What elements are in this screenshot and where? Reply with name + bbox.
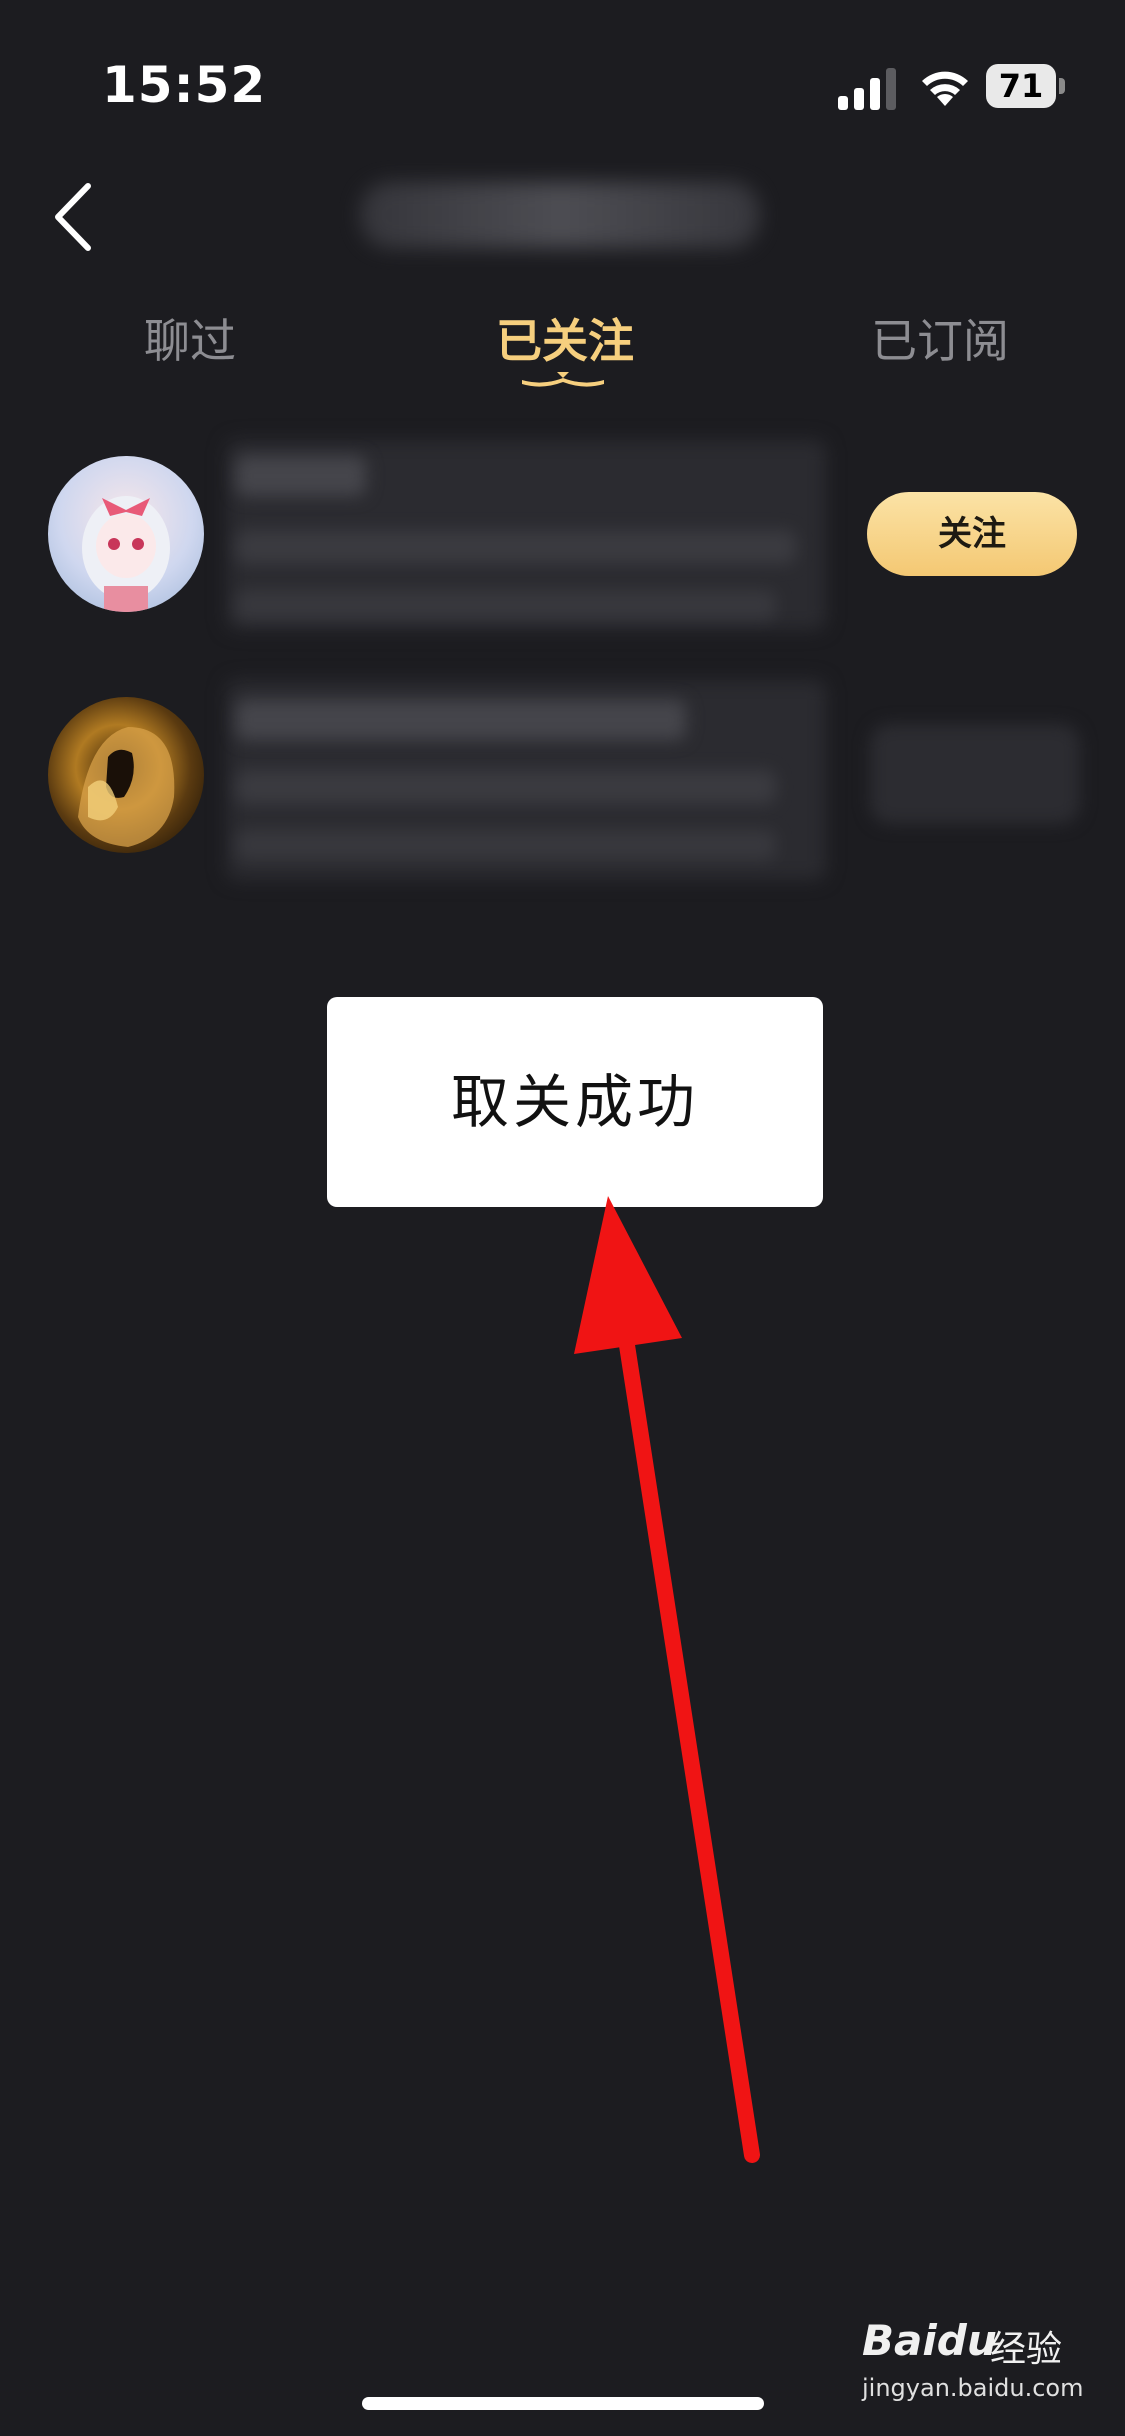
status-time: 15:52: [102, 56, 267, 114]
signal-icon: [838, 68, 896, 110]
page-title-blurred: [360, 182, 760, 248]
list-item-name-blurred: [236, 456, 366, 496]
battery-level: 71: [998, 67, 1044, 105]
wifi-icon: [922, 71, 968, 106]
follow-button[interactable]: 关注: [867, 492, 1077, 576]
avatar[interactable]: [48, 456, 204, 612]
list-item-name-blurred: [236, 700, 686, 740]
list-item-desc-blurred: [236, 590, 776, 620]
tab-following[interactable]: 已关注: [470, 306, 660, 376]
list-item-desc-blurred: [236, 770, 776, 804]
avatar[interactable]: [48, 697, 204, 853]
tab-subscribed[interactable]: 已订阅: [850, 306, 1030, 376]
battery-icon: 71: [986, 64, 1066, 110]
follow-button-blurred[interactable]: [870, 724, 1080, 824]
watermark-brand: Baidu: [862, 2316, 997, 2365]
toast: 取关成功: [327, 997, 823, 1207]
home-indicator: [362, 2397, 764, 2410]
toast-message: 取关成功: [450, 1068, 699, 1136]
tab-chatted[interactable]: 聊过: [115, 306, 265, 376]
baidu-jingyan-watermark: Baidu 经验 jingyan.baidu.com: [862, 2316, 1083, 2412]
list-item-desc-blurred: [236, 830, 776, 860]
chevron-left-icon[interactable]: [50, 180, 100, 254]
watermark-url: jingyan.baidu.com: [862, 2374, 1084, 2402]
list-item-desc-blurred: [236, 530, 796, 564]
watermark-cn: 经验: [990, 2329, 1063, 2370]
tab-active-indicator: [522, 372, 604, 387]
